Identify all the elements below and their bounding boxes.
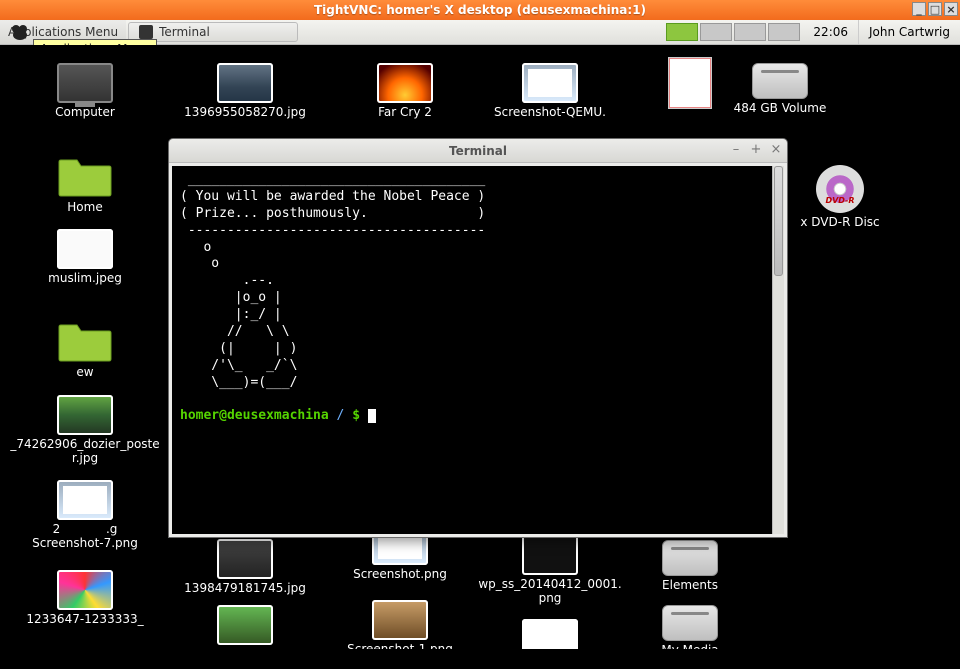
vnc-maximize-button[interactable]: □ xyxy=(928,2,942,16)
workspace-1[interactable] xyxy=(666,23,698,41)
vnc-close-button[interactable]: × xyxy=(944,2,958,16)
drive-icon xyxy=(662,605,718,641)
folder-icon xyxy=(57,319,113,363)
icon-ew[interactable]: ew xyxy=(5,319,165,380)
disc-icon xyxy=(816,165,864,213)
image-thumb-icon xyxy=(57,480,113,520)
image-thumb-icon xyxy=(217,605,273,645)
icon-muslim[interactable]: muslim.jpeg xyxy=(5,229,165,286)
terminal-title: Terminal xyxy=(449,144,507,158)
image-thumb-icon xyxy=(217,539,273,579)
workspace-switcher xyxy=(663,20,803,44)
taskbar-terminal-label: Terminal xyxy=(159,25,210,39)
icon-wpss[interactable]: wp_ss_20140412_0001.png xyxy=(470,535,630,606)
image-thumb-icon xyxy=(522,63,578,103)
drive-icon xyxy=(752,63,808,99)
terminal-cursor xyxy=(368,409,376,423)
icon-dozier[interactable]: _74262906_dozier_poster.jpg xyxy=(5,395,165,466)
icon-1396955058270[interactable]: 1396955058270.jpg xyxy=(165,63,325,120)
icon-1398479181745[interactable]: 1398479181745.jpg xyxy=(165,539,325,596)
workspace-3[interactable] xyxy=(734,23,766,41)
terminal-window[interactable]: Terminal – + × _________________________… xyxy=(168,138,788,538)
vnc-window-controls: _ □ × xyxy=(912,2,958,16)
icon-farcry[interactable]: Far Cry 2 xyxy=(325,63,485,120)
icon-shot7[interactable]: 2 .g Screenshot-7.png xyxy=(5,480,165,551)
image-thumb-icon xyxy=(372,600,428,640)
workspace-2[interactable] xyxy=(700,23,732,41)
icon-elements[interactable]: Elements xyxy=(610,540,770,593)
panel-user[interactable]: John Cartwrig xyxy=(858,20,960,44)
folder-icon xyxy=(57,154,113,198)
panel-spacer xyxy=(300,20,663,44)
icon-screenshot-qemu[interactable]: Screenshot-QEMU. xyxy=(470,63,630,120)
terminal-minimize-button[interactable]: – xyxy=(729,142,743,156)
terminal-scroll-thumb[interactable] xyxy=(774,166,783,276)
xfce-mouse-icon xyxy=(11,24,31,40)
terminal-titlebar[interactable]: Terminal – + × xyxy=(169,139,787,163)
drive-icon xyxy=(662,540,718,576)
icon-volume[interactable]: 484 GB Volume xyxy=(700,63,860,116)
desktop[interactable]: Computer Home muslim.jpeg ew _74262906_d… xyxy=(0,45,960,649)
vnc-minimize-button[interactable]: _ xyxy=(912,2,926,16)
image-thumb-icon xyxy=(217,63,273,103)
terminal-maximize-button[interactable]: + xyxy=(749,142,763,156)
monitor-icon xyxy=(57,63,113,103)
panel-clock[interactable]: 22:06 xyxy=(803,20,858,44)
icon-1233647[interactable]: 1233647-1233333_ xyxy=(5,570,165,627)
outer-bottom-bar xyxy=(0,649,960,669)
terminal-window-controls: – + × xyxy=(729,142,783,156)
icon-computer[interactable]: Computer xyxy=(5,63,165,120)
vnc-titlebar[interactable]: TightVNC: homer's X desktop (deusexmachi… xyxy=(0,0,960,20)
image-thumb-icon xyxy=(57,229,113,269)
image-thumb-icon xyxy=(57,395,113,435)
terminal-close-button[interactable]: × xyxy=(769,142,783,156)
terminal-icon xyxy=(139,25,153,39)
terminal-body[interactable]: ______________________________________ (… xyxy=(172,166,784,534)
workspace-4[interactable] xyxy=(768,23,800,41)
image-thumb-icon xyxy=(377,63,433,103)
terminal-scrollbar[interactable] xyxy=(772,166,784,534)
image-thumb-icon xyxy=(522,535,578,575)
vnc-title: TightVNC: homer's X desktop (deusexmachi… xyxy=(314,3,646,17)
icon-home[interactable]: Home xyxy=(5,154,165,215)
terminal-content: ______________________________________ (… xyxy=(172,166,784,431)
image-thumb-icon xyxy=(57,570,113,610)
